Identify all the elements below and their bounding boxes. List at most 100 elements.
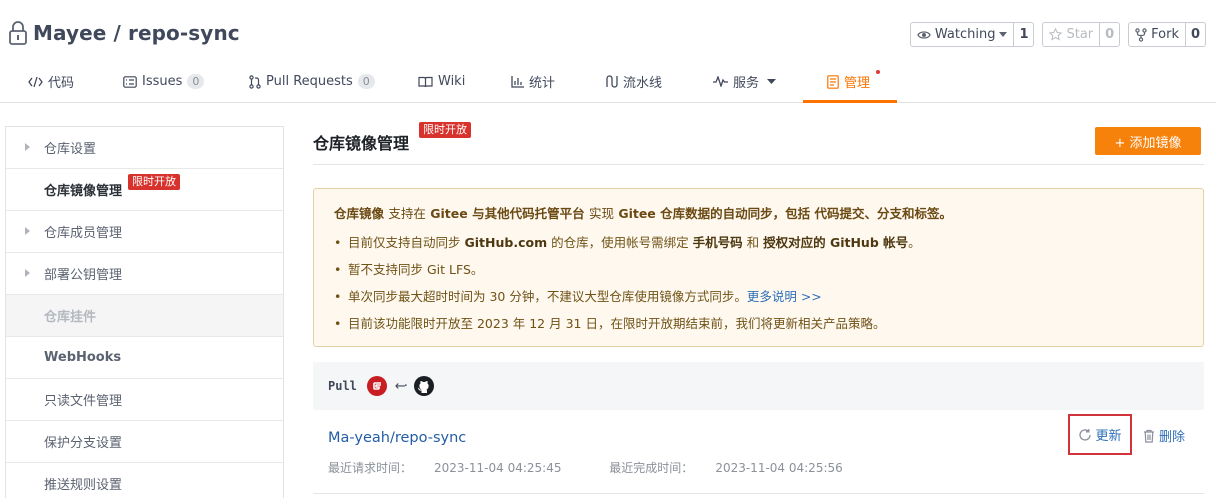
repo-owner-link[interactable]: Mayee: [33, 21, 106, 45]
caret-right-icon: [25, 227, 30, 235]
issues-icon: [123, 75, 137, 88]
gitee-icon: [366, 376, 387, 396]
sidebar-item-label: 推送规则设置: [44, 478, 123, 493]
last-complete-time: 最近完成时间： 2023-11-04 04:25:56: [609, 461, 843, 475]
delete-button[interactable]: 删除: [1143, 426, 1185, 445]
tab-pipeline-label: 流水线: [623, 76, 663, 91]
page-title: 仓库镜像管理: [313, 134, 410, 153]
sidebar-item-repo-settings[interactable]: 仓库设置: [6, 127, 283, 169]
mirror-row: Ma-yeah/repo-sync 最近请求时间： 2023-11-04 04:2…: [313, 411, 1204, 494]
caret-right-icon: [25, 269, 30, 277]
pull-label: Pull: [328, 379, 357, 393]
tab-code[interactable]: 代码: [28, 60, 74, 103]
fork-label: Fork: [1151, 27, 1179, 42]
tab-manage[interactable]: 管理: [827, 60, 870, 103]
repo-header: Mayee / repo-sync Watching 1 Star 0 Fork: [0, 0, 1216, 103]
sidebar-item-label: 仓库镜像管理: [44, 184, 123, 199]
wiki-icon: [418, 76, 433, 87]
mirror-timestamps: 最近请求时间： 2023-11-04 04:25:45 最近完成时间： 2023-1…: [328, 459, 887, 476]
tab-pipeline[interactable]: 流水线: [604, 60, 662, 103]
fork-icon: [1135, 27, 1147, 42]
trash-icon: [1144, 429, 1154, 443]
refresh-icon: [1079, 428, 1092, 441]
pull-request-icon: [249, 74, 261, 89]
notice-item: 目前仅支持自动同步 GitHub.com 的仓库，使用帐号需绑定 手机号码 和 …: [334, 229, 1183, 256]
arrow-left-icon: ←·: [394, 378, 408, 394]
sidebar-item-label: 仓库挂件: [44, 310, 97, 325]
update-label: 更新: [1095, 429, 1122, 444]
sidebar-item-label: WebHooks: [44, 350, 122, 365]
notice-item: 暂不支持同步 Git LFS。: [334, 256, 1183, 283]
delete-label: 删除: [1159, 430, 1186, 445]
caret-right-icon: [25, 143, 30, 151]
watch-label: Watching: [934, 27, 996, 42]
add-mirror-button[interactable]: + 添加镜像: [1095, 127, 1201, 155]
last-request-time: 最近请求时间： 2023-11-04 04:25:45: [328, 461, 562, 475]
sidebar-item-deploy-keys[interactable]: 部署公钥管理: [6, 253, 283, 295]
tab-pull-requests[interactable]: Pull Requests 0: [249, 60, 375, 103]
repo-separator: /: [113, 21, 121, 45]
sidebar-item-label: 部署公钥管理: [44, 268, 123, 283]
active-tab-underline: [803, 100, 897, 103]
mirror-repo-link[interactable]: Ma-yeah/repo-sync: [328, 430, 466, 446]
mirror-notice: 仓库镜像 支持在 Gitee 与其他代码托管平台 实现 Gitee 仓库数据的自…: [313, 188, 1204, 347]
star-count[interactable]: 0: [1099, 23, 1119, 46]
lock-icon: [9, 21, 27, 45]
watch-button[interactable]: Watching 1: [909, 22, 1035, 47]
repo-name-link[interactable]: repo-sync: [128, 21, 240, 45]
fork-count[interactable]: 0: [1185, 23, 1205, 46]
limited-badge: 限时开放: [419, 122, 471, 138]
tab-code-label: 代码: [48, 76, 75, 91]
notification-dot: [876, 70, 880, 74]
tab-issues-count: 0: [187, 74, 205, 89]
tab-stats[interactable]: 统计: [511, 60, 555, 103]
sidebar-item-readonly-files[interactable]: 只读文件管理: [6, 379, 283, 421]
divider: [313, 164, 1204, 165]
star-label: Star: [1066, 27, 1094, 42]
tab-wiki-label: Wiki: [438, 74, 466, 89]
sidebar-item-mirror-management[interactable]: 仓库镜像管理 限时开放: [6, 169, 283, 211]
tab-manage-label: 管理: [844, 76, 871, 91]
sidebar-item-webhooks[interactable]: WebHooks: [6, 337, 283, 379]
caret-down-icon: [767, 79, 777, 84]
repo-actions: Watching 1 Star 0 Fork 0: [909, 22, 1206, 47]
sidebar-item-label: 保护分支设置: [44, 436, 123, 451]
notice-heading: 仓库镜像 支持在 Gitee 与其他代码托管平台 实现 Gitee 仓库数据的自…: [334, 206, 953, 221]
sidebar-item-members[interactable]: 仓库成员管理: [6, 211, 283, 253]
sidebar-item-push-rules[interactable]: 推送规则设置: [6, 463, 283, 498]
mirror-direction-bar: Pull ←·: [313, 362, 1204, 410]
manage-icon: [827, 74, 839, 89]
sidebar-item-label: 仓库成员管理: [44, 226, 123, 241]
tab-stats-label: 统计: [529, 76, 556, 91]
notice-item: 单次同步最大超时时间为 30 分钟，不建议大型仓库使用镜像方式同步。更多说明 >…: [334, 283, 1183, 310]
code-icon: [28, 76, 43, 87]
star-button[interactable]: Star 0: [1042, 22, 1121, 47]
notice-list: 目前仅支持自动同步 GitHub.com 的仓库，使用帐号需绑定 手机号码 和 …: [334, 229, 1183, 337]
tab-services[interactable]: 服务: [713, 60, 777, 103]
more-info-link[interactable]: 更多说明 >>: [747, 289, 822, 304]
fork-button[interactable]: Fork 0: [1128, 22, 1206, 47]
update-button[interactable]: 更新: [1068, 414, 1132, 455]
tab-issues[interactable]: Issues 0: [123, 60, 205, 103]
tab-issues-label: Issues: [142, 74, 183, 89]
tab-pull-requests-count: 0: [357, 74, 375, 89]
sidebar-item-protected-branches[interactable]: 保护分支设置: [6, 421, 283, 463]
tab-services-label: 服务: [733, 76, 760, 91]
chart-icon: [511, 75, 524, 88]
sidebar-item-label: 只读文件管理: [44, 394, 123, 409]
star-icon: [1049, 28, 1063, 41]
tab-wiki[interactable]: Wiki: [418, 60, 465, 103]
repo-title: Mayee / repo-sync: [8, 20, 240, 46]
notice-item: 目前该功能限时开放至 2023 年 12 月 31 日，在限时开放期结束前，我们…: [334, 310, 1183, 337]
pipeline-icon: [606, 75, 618, 88]
sidebar-item-label: 仓库设置: [44, 142, 97, 157]
tab-pull-requests-label: Pull Requests: [266, 74, 353, 89]
pulse-icon: [713, 76, 728, 87]
settings-sidebar: 仓库设置 仓库镜像管理 限时开放 仓库成员管理 部署公钥管理 仓库挂件 WebH…: [5, 126, 284, 498]
sidebar-item-widgets: 仓库挂件: [6, 295, 283, 337]
github-icon: [413, 376, 434, 396]
watch-count[interactable]: 1: [1013, 23, 1033, 46]
limited-badge: 限时开放: [128, 174, 180, 190]
eye-icon: [917, 30, 931, 39]
caret-down-icon: [999, 32, 1008, 37]
